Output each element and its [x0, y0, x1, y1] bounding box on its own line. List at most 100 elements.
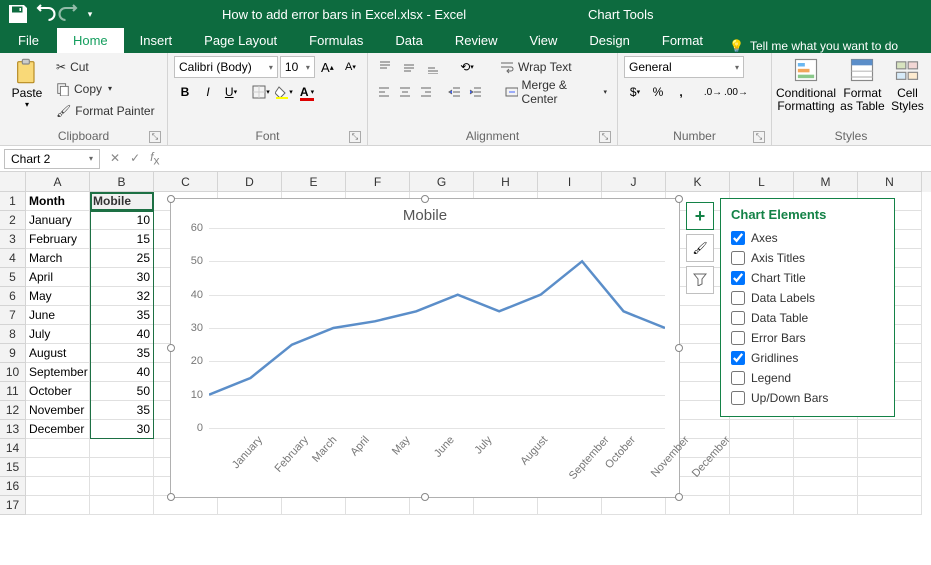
decrease-indent-icon[interactable] — [445, 81, 465, 103]
font-name-combo[interactable]: Calibri (Body)▾ — [174, 56, 278, 78]
decrease-font-icon[interactable]: A▾ — [340, 56, 361, 78]
wrap-text-button[interactable]: Wrap Text — [496, 56, 576, 78]
row-header[interactable]: 12 — [0, 401, 26, 420]
column-header[interactable]: D — [218, 172, 282, 192]
cell[interactable] — [218, 496, 282, 515]
merge-center-button[interactable]: Merge & Center▾ — [501, 81, 611, 103]
cell[interactable]: Mobile — [90, 192, 154, 211]
redo-icon[interactable] — [58, 2, 82, 26]
column-header[interactable]: K — [666, 172, 730, 192]
column-header[interactable]: I — [538, 172, 602, 192]
tab-insert[interactable]: Insert — [124, 28, 189, 53]
row-header[interactable]: 10 — [0, 363, 26, 382]
chart-element-option[interactable]: Error Bars — [731, 328, 884, 348]
chart-title[interactable]: Mobile — [171, 199, 679, 228]
chart-object[interactable]: Mobile 0102030405060 JanuaryFebruaryMarc… — [170, 198, 680, 498]
cell[interactable]: 35 — [90, 306, 154, 325]
increase-decimal-icon[interactable]: .0→ — [702, 81, 724, 103]
cell[interactable] — [730, 439, 794, 458]
fx-icon[interactable]: fx — [150, 150, 159, 167]
underline-button[interactable]: U▾ — [220, 81, 242, 103]
column-header[interactable]: F — [346, 172, 410, 192]
column-header[interactable]: E — [282, 172, 346, 192]
column-header[interactable]: A — [26, 172, 90, 192]
cell[interactable]: October — [26, 382, 90, 401]
cell[interactable]: January — [26, 211, 90, 230]
cell[interactable] — [730, 496, 794, 515]
resize-handle[interactable] — [421, 195, 429, 203]
cell[interactable]: 32 — [90, 287, 154, 306]
cell[interactable]: 35 — [90, 401, 154, 420]
row-header[interactable]: 3 — [0, 230, 26, 249]
row-header[interactable]: 9 — [0, 344, 26, 363]
cell[interactable] — [90, 458, 154, 477]
row-header[interactable]: 5 — [0, 268, 26, 287]
checkbox[interactable] — [731, 371, 745, 385]
accounting-format-icon[interactable]: $▾ — [624, 81, 646, 103]
cell[interactable]: 30 — [90, 268, 154, 287]
column-header[interactable]: J — [602, 172, 666, 192]
tab-view[interactable]: View — [513, 28, 573, 53]
increase-font-icon[interactable]: A▴ — [317, 56, 338, 78]
cell[interactable] — [90, 477, 154, 496]
checkbox[interactable] — [731, 331, 745, 345]
resize-handle[interactable] — [675, 344, 683, 352]
cancel-formula-icon[interactable]: ✕ — [110, 151, 120, 165]
cell[interactable] — [730, 420, 794, 439]
cell[interactable] — [282, 496, 346, 515]
cell[interactable]: 40 — [90, 363, 154, 382]
italic-button[interactable]: I — [197, 81, 219, 103]
cell[interactable]: 35 — [90, 344, 154, 363]
row-header[interactable]: 15 — [0, 458, 26, 477]
paste-button[interactable]: Paste ▾ — [6, 56, 48, 127]
resize-handle[interactable] — [167, 493, 175, 501]
chart-filters-button[interactable] — [686, 266, 714, 294]
cell[interactable]: May — [26, 287, 90, 306]
cell[interactable] — [26, 439, 90, 458]
cell[interactable]: 50 — [90, 382, 154, 401]
orientation-icon[interactable]: ⟲▾ — [456, 56, 478, 78]
resize-handle[interactable] — [167, 195, 175, 203]
align-bottom-icon[interactable] — [422, 56, 444, 78]
cell[interactable]: 15 — [90, 230, 154, 249]
chart-element-option[interactable]: Up/Down Bars — [731, 388, 884, 408]
chart-line-series[interactable] — [209, 228, 665, 428]
chart-element-option[interactable]: Data Table — [731, 308, 884, 328]
cell[interactable] — [90, 439, 154, 458]
increase-indent-icon[interactable] — [466, 81, 486, 103]
checkbox[interactable] — [731, 291, 745, 305]
row-header[interactable]: 6 — [0, 287, 26, 306]
column-header[interactable]: N — [858, 172, 922, 192]
qat-customize-icon[interactable]: ▾ — [84, 2, 96, 26]
chart-element-option[interactable]: Data Labels — [731, 288, 884, 308]
cell[interactable] — [26, 458, 90, 477]
cell[interactable] — [26, 496, 90, 515]
column-header[interactable]: L — [730, 172, 794, 192]
cell[interactable] — [858, 458, 922, 477]
row-header[interactable]: 7 — [0, 306, 26, 325]
cell[interactable] — [858, 496, 922, 515]
tab-data[interactable]: Data — [379, 28, 438, 53]
cell[interactable] — [794, 496, 858, 515]
save-icon[interactable] — [6, 2, 30, 26]
alignment-dialog-launcher[interactable]: ⤡ — [599, 131, 611, 143]
row-header[interactable]: 11 — [0, 382, 26, 401]
number-dialog-launcher[interactable]: ⤡ — [753, 131, 765, 143]
cell[interactable]: December — [26, 420, 90, 439]
borders-button[interactable]: ▾ — [250, 81, 272, 103]
percent-format-icon[interactable]: % — [647, 81, 669, 103]
conditional-formatting-button[interactable]: Conditional Formatting — [778, 56, 834, 127]
cell[interactable] — [730, 458, 794, 477]
column-header[interactable]: B — [90, 172, 154, 192]
resize-handle[interactable] — [675, 195, 683, 203]
cell[interactable] — [474, 496, 538, 515]
row-header[interactable]: 17 — [0, 496, 26, 515]
bold-button[interactable]: B — [174, 81, 196, 103]
cell[interactable] — [858, 420, 922, 439]
cut-button[interactable]: ✂Cut — [52, 56, 159, 77]
cell[interactable] — [26, 477, 90, 496]
cell[interactable]: February — [26, 230, 90, 249]
align-top-icon[interactable] — [374, 56, 396, 78]
cell[interactable]: September — [26, 363, 90, 382]
font-dialog-launcher[interactable]: ⤡ — [349, 131, 361, 143]
